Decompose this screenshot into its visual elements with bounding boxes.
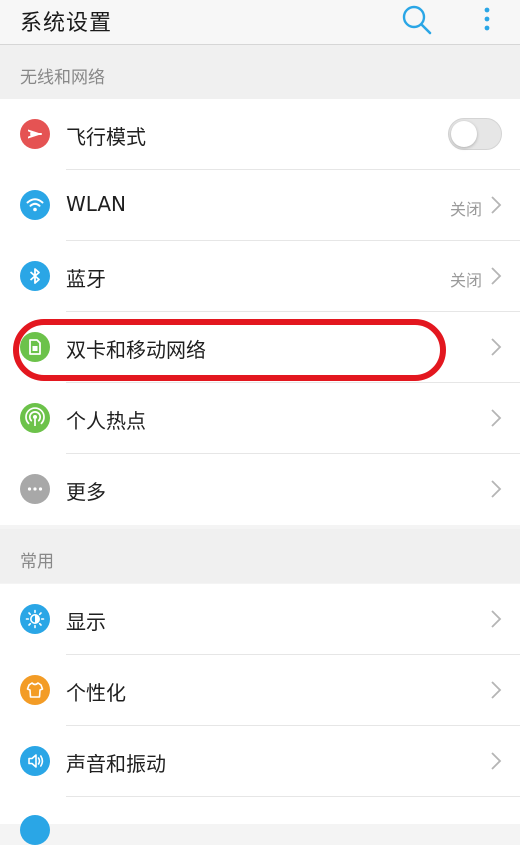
settings-item-dual-sim[interactable]: 双卡和移动网络 xyxy=(0,312,520,383)
airplane-mode-toggle[interactable] xyxy=(448,118,502,150)
settings-group-wireless: 飞行模式 WLAN 关闭 蓝牙 关闭 双卡和移动网络 个人热点 更多 xyxy=(0,99,520,525)
settings-item-label: 个人热点 xyxy=(66,409,146,433)
settings-item-label: WLAN xyxy=(66,192,127,216)
settings-item-label: 个性化 xyxy=(66,681,126,705)
search-icon[interactable] xyxy=(401,4,433,36)
settings-item-label: 更多 xyxy=(66,480,106,504)
airplane-icon xyxy=(20,119,50,149)
settings-item-partial[interactable] xyxy=(0,797,520,845)
chevron-right-icon xyxy=(491,409,502,427)
chevron-right-icon xyxy=(491,681,502,699)
section-header-common: 常用 xyxy=(0,529,520,583)
settings-item-more[interactable]: 更多 xyxy=(0,454,520,525)
chevron-right-icon xyxy=(491,267,502,285)
settings-item-bluetooth[interactable]: 蓝牙 关闭 xyxy=(0,241,520,312)
settings-group-common: 显示 个性化 声音和振动 xyxy=(0,584,520,845)
sim-card-icon xyxy=(20,332,50,362)
partial-item-icon xyxy=(20,815,50,845)
section-title: 常用 xyxy=(20,552,54,572)
hotspot-icon xyxy=(20,403,50,433)
status-text: 关闭 xyxy=(449,200,482,219)
section-title: 无线和网络 xyxy=(20,68,105,88)
brightness-icon xyxy=(20,604,50,634)
settings-item-label: 显示 xyxy=(66,610,106,634)
app-header: 系统设置 xyxy=(0,0,520,45)
speaker-icon xyxy=(20,746,50,776)
settings-item-wlan[interactable]: WLAN 关闭 xyxy=(0,170,520,241)
bluetooth-icon xyxy=(20,261,50,291)
toggle-knob xyxy=(451,121,477,147)
wifi-icon xyxy=(20,190,50,220)
more-vertical-icon[interactable] xyxy=(476,6,498,34)
section-header-wireless: 无线和网络 xyxy=(0,45,520,99)
more-horizontal-icon xyxy=(20,474,50,504)
settings-item-label: 双卡和移动网络 xyxy=(66,338,206,362)
chevron-right-icon xyxy=(491,480,502,498)
settings-item-label: 蓝牙 xyxy=(66,267,106,291)
settings-item-display[interactable]: 显示 xyxy=(0,584,520,655)
settings-item-label: 声音和振动 xyxy=(66,752,166,776)
chevron-right-icon xyxy=(491,610,502,628)
page-title: 系统设置 xyxy=(20,11,113,36)
chevron-right-icon xyxy=(491,752,502,770)
tshirt-icon xyxy=(20,675,50,705)
chevron-right-icon xyxy=(491,338,502,356)
chevron-right-icon xyxy=(491,196,502,214)
status-text: 关闭 xyxy=(449,271,482,290)
settings-item-airplane-mode[interactable]: 飞行模式 xyxy=(0,99,520,170)
settings-item-hotspot[interactable]: 个人热点 xyxy=(0,383,520,454)
settings-item-label: 飞行模式 xyxy=(66,125,146,149)
settings-item-personalization[interactable]: 个性化 xyxy=(0,655,520,726)
settings-item-sound[interactable]: 声音和振动 xyxy=(0,726,520,797)
